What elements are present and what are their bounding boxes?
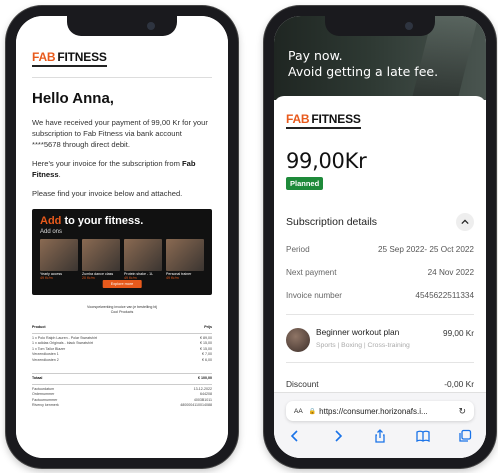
discount-value: -0,00 Kr [444, 379, 474, 389]
addon-tile[interactable]: Protein shake - 1L 49 Kr/m [124, 239, 162, 280]
invoice-columns: Product Prijs [32, 325, 212, 331]
share-icon[interactable] [373, 429, 387, 443]
safari-toolbar: AA 🔒 https://consumer.horizonafs.i... ↻ [274, 392, 486, 458]
amount-due: 99,00Kr [286, 149, 367, 173]
meta-value: 4800004110014088 [180, 403, 212, 407]
detail-value: 24 Nov 2022 [427, 268, 474, 277]
text-size-button[interactable]: AA [294, 408, 303, 415]
divider [32, 373, 212, 374]
plan-price: 99,00 Kr [443, 329, 474, 338]
logo-fitness: FITNESS [311, 112, 361, 126]
status-badge: Planned [286, 177, 324, 190]
addon-tiles: Yearly access 49 Kr/m Zumba dance class 20… [40, 239, 204, 280]
addon-price: 49 Kr/m [166, 276, 179, 280]
reload-icon[interactable]: ↻ [458, 406, 466, 417]
addon-image [166, 239, 204, 271]
addon-image [124, 239, 162, 271]
detail-value: 25 Sep 2022- 25 Oct 2022 [377, 245, 474, 254]
addons-banner[interactable]: Add to your fitness. Add ons Yearly acce… [32, 209, 212, 295]
addon-image [40, 239, 78, 271]
plan-name: Beginner workout plan [316, 327, 400, 337]
url-text: https://consumer.horizonafs.i... [319, 406, 428, 416]
fab-fitness-logo: FAB FITNESS [32, 50, 107, 67]
forward-icon[interactable] [331, 429, 345, 443]
detail-label: Next payment [286, 268, 337, 277]
explore-more-button[interactable]: Explore more [102, 280, 142, 288]
lock-icon: 🔒 [308, 408, 317, 415]
plan-avatar [286, 328, 310, 352]
invoice-paragraph-text: Here's your invoice for the subscription… [32, 159, 183, 168]
invoice-total: Totaal € 100,00 [32, 376, 212, 382]
hero-line-2: Avoid getting a late fee. [288, 64, 439, 79]
addon-tile[interactable]: Yearly access 49 Kr/m [40, 239, 78, 280]
plan-info: Beginner workout plan Sports | Boxing | … [316, 327, 443, 349]
bookmarks-icon[interactable] [415, 429, 430, 443]
plan-item: Beginner workout plan Sports | Boxing | … [286, 327, 474, 352]
total-label: Totaal [32, 376, 43, 380]
total-value: € 100,00 [198, 376, 212, 380]
fab-fitness-logo: FAB FITNESS [286, 112, 361, 129]
discount-label: Discount [286, 379, 319, 389]
divider [286, 362, 474, 363]
col-price: Prijs [204, 325, 212, 329]
detail-row-next-payment: Next payment 24 Nov 2022 [286, 268, 474, 277]
browser-navbar [288, 429, 472, 443]
chevron-up-icon [461, 219, 469, 225]
invoice-price: € 6,00 [202, 357, 212, 362]
logo-fab: FAB [32, 50, 56, 64]
invoice-paragraph: Here's your invoice for the subscription… [32, 158, 212, 180]
banner-title-rest: to your fitness. [61, 215, 144, 227]
invoice-item: Verzendkosten 2 [32, 357, 59, 362]
logo-fab: FAB [286, 112, 310, 126]
detail-label: Invoice number [286, 291, 342, 300]
invoice-heading: Voorspelwerking invoice van je bestellin… [32, 305, 212, 315]
logo-fitness: FITNESS [57, 50, 107, 64]
greeting: Hello Anna, [32, 90, 114, 107]
divider [32, 77, 212, 78]
addon-image [82, 239, 120, 271]
invoice-heading-shop: Cool Products [110, 310, 134, 314]
payment-screen: Pay now. Avoid getting a late fee. FAB FI… [274, 16, 486, 458]
tabs-icon[interactable] [458, 429, 472, 443]
detail-label: Period [286, 245, 310, 254]
divider [32, 332, 212, 334]
collapse-button[interactable] [456, 213, 474, 231]
address-bar[interactable]: AA 🔒 https://consumer.horizonafs.i... ↻ [286, 401, 474, 421]
hero-line-1: Pay now. [288, 48, 343, 63]
back-icon[interactable] [288, 429, 302, 443]
detail-row-invoice-number: Invoice number 4545622511334 [286, 291, 474, 300]
plan-tags: Sports | Boxing | Cross-training [316, 342, 410, 349]
attached-paragraph: Please find your invoice below and attac… [32, 189, 183, 198]
phone-left: FAB FITNESS Hello Anna, We have received … [6, 6, 238, 468]
invoice-meta-row: Rivercy kenmerk 4800004110014088 [32, 403, 212, 409]
email-body: FAB FITNESS Hello Anna, We have received … [16, 16, 228, 458]
banner-title-add: Add [40, 215, 62, 227]
notch [325, 16, 435, 36]
phone-right: Pay now. Avoid getting a late fee. FAB FI… [264, 6, 496, 468]
divider [32, 383, 212, 385]
divider [286, 314, 474, 315]
addon-price: 49 Kr/m [40, 276, 53, 280]
notch [67, 16, 177, 36]
payment-paragraph: We have received your payment of 99,00 K… [32, 118, 208, 149]
addon-tile[interactable]: Personal trainer 49 Kr/m [166, 239, 204, 280]
banner-title: Add to your fitness. [40, 215, 204, 227]
invoice-paragraph-end: . [58, 170, 61, 179]
discount-row: Discount -0,00 Kr [286, 379, 474, 389]
banner-subtitle: Add ons [40, 229, 63, 235]
detail-row-period: Period 25 Sep 2022- 25 Oct 2022 [286, 245, 474, 254]
section-title: Subscription details [286, 216, 378, 228]
subscription-details-header[interactable]: Subscription details [286, 213, 474, 231]
meta-label: Rivercy kenmerk [32, 403, 59, 407]
detail-value: 4545622511334 [415, 291, 474, 300]
camera-icon [147, 22, 155, 30]
camera-icon [405, 22, 413, 30]
email-screen: FAB FITNESS Hello Anna, We have received … [16, 16, 228, 458]
col-product: Product [32, 325, 46, 329]
addon-tile[interactable]: Zumba dance class 20 Kr/m [82, 239, 120, 280]
